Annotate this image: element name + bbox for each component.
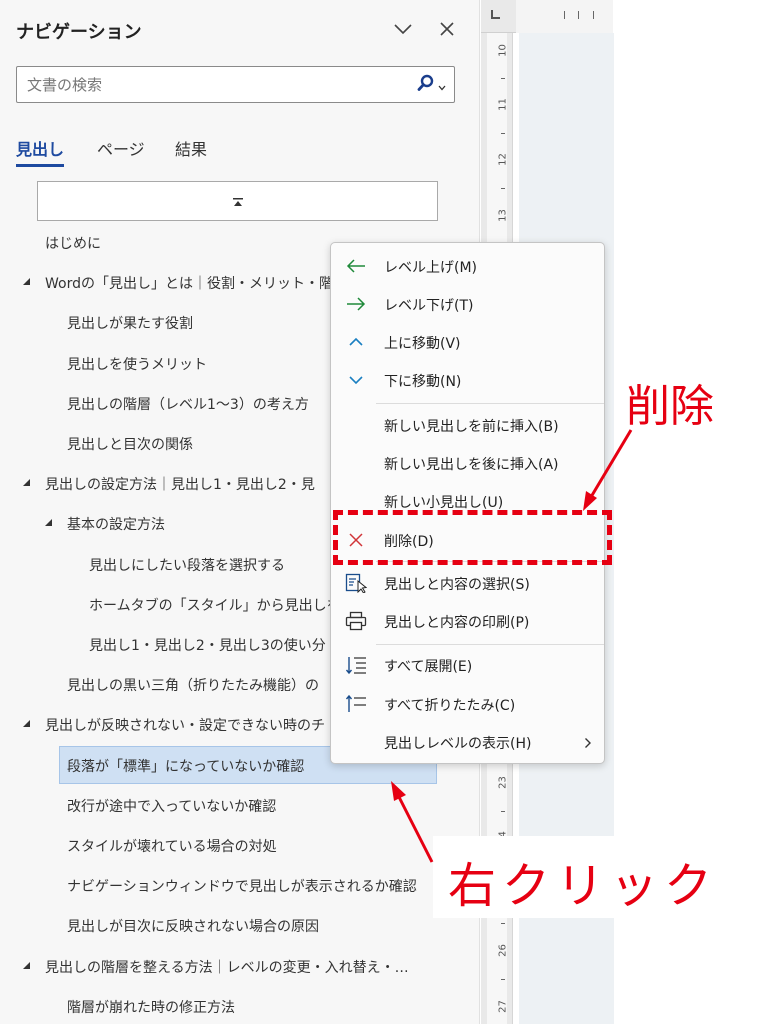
heading-label: 見出し1・見出し2・見出し3の使い分 [89, 638, 326, 654]
expand-triangle-icon[interactable] [23, 278, 30, 286]
menu-separator [376, 403, 604, 404]
heading-label: 段落が「標準」になっていないか確認 [67, 758, 305, 775]
menu-label: すべて展開(E) [384, 659, 473, 675]
select-content-icon [345, 572, 367, 594]
search-icon [417, 74, 435, 96]
heading-item[interactable]: 見出しが目次に反映されない場合の原因 [0, 906, 480, 944]
search-box [16, 66, 455, 103]
menu-label: 見出しレベルの表示(H) [384, 736, 532, 752]
heading-label: ホームタブの「スタイル」から見出しを適 [89, 597, 355, 614]
menu-separator [376, 644, 604, 645]
right-click-annotation-label: 右クリック [448, 858, 719, 914]
ruler-number: 13 [497, 209, 509, 222]
menu-label: 上に移動(V) [384, 336, 461, 352]
heading-label: ナビゲーションウィンドウで見出しが表示されるか確認 [67, 879, 417, 896]
delete-annotation-label: 削除 [626, 381, 714, 432]
menu-item-show-heading-levels[interactable]: 見出しレベルの表示(H) [331, 723, 604, 761]
search-button[interactable] [409, 71, 453, 99]
menu-label: すべて折りたたみ(C) [384, 698, 516, 714]
menu-item-insert-before[interactable]: 新しい見出しを前に挿入(B) [331, 406, 604, 444]
collapse-all-icon [345, 693, 367, 715]
nav-pane-title: ナビゲーション [16, 22, 142, 43]
menu-item-move-up[interactable]: 上に移動(V) [331, 323, 604, 361]
menu-label: 新しい小見出し(U) [384, 495, 504, 511]
heading-label: 階層が崩れた時の修正方法 [67, 999, 235, 1016]
heading-label: 基本の設定方法 [67, 517, 165, 534]
collapse-up-icon [232, 192, 244, 211]
ruler-number: 27 [497, 1000, 509, 1013]
heading-item[interactable]: ナビゲーションウィンドウで見出しが表示されるか確認 [0, 866, 480, 904]
heading-label: 見出しが反映されない・設定できない時のチ [45, 718, 325, 735]
heading-item[interactable]: 階層が崩れた時の修正方法 [0, 987, 480, 1024]
delete-highlight-box [333, 510, 612, 565]
menu-item-print-content[interactable]: 見出しと内容の印刷(P) [331, 602, 604, 640]
arrow-right-icon [345, 293, 367, 315]
tab-stop-selector-icon[interactable] [491, 10, 500, 19]
menu-label: 新しい見出しを後に挿入(A) [384, 457, 559, 473]
expand-triangle-icon[interactable] [45, 519, 52, 527]
chevron-down-icon [345, 369, 367, 391]
heading-item[interactable]: スタイルが壊れている場合の対処 [0, 826, 480, 864]
chevron-up-icon [345, 331, 367, 353]
tab-results[interactable]: 結果 [175, 136, 207, 160]
heading-label: 見出しの黒い三角（折りたたみ機能）の [67, 678, 319, 695]
heading-label: 見出しが果たす役割 [67, 316, 193, 333]
ruler-number: 12 [497, 153, 509, 166]
heading-label: 見出しにしたい段落を選択する [89, 557, 285, 574]
tab-headings[interactable]: 見出し [16, 136, 64, 160]
ruler-margin [516, 0, 613, 33]
menu-label: レベル下げ(T) [384, 298, 474, 314]
ruler-number: 10 [497, 44, 509, 57]
menu-label: 見出しと内容の選択(S) [384, 577, 530, 593]
menu-label: 下に移動(N) [384, 374, 462, 390]
arrow-left-icon [345, 255, 367, 277]
heading-label: 見出しと目次の関係 [67, 437, 193, 453]
menu-item-expand-all[interactable]: すべて展開(E) [331, 646, 604, 684]
menu-label: 新しい見出しを前に挿入(B) [384, 419, 559, 435]
chevron-down-icon[interactable] [389, 14, 417, 44]
expand-triangle-icon[interactable] [23, 720, 30, 728]
chevron-right-icon [584, 734, 592, 753]
expand-triangle-icon[interactable] [23, 961, 30, 969]
menu-item-insert-after[interactable]: 新しい見出しを後に挿入(A) [331, 444, 604, 482]
heading-context-menu: レベル上げ(M) レベル下げ(T) 上に移動(V) 下に移動(N) 新しい見出し… [330, 242, 605, 764]
heading-label: 見出しの階層を整える方法｜レベルの変更・入れ替え・… [45, 959, 409, 976]
heading-label: はじめに [45, 236, 101, 252]
horizontal-ruler[interactable] [481, 0, 613, 33]
heading-label: スタイルが壊れている場合の対処 [67, 839, 277, 855]
search-input[interactable] [17, 67, 397, 102]
heading-label: 見出しを使うメリット [67, 356, 207, 373]
menu-item-collapse-all[interactable]: すべて折りたたみ(C) [331, 685, 604, 723]
expand-all-icon [345, 654, 367, 676]
heading-label: 見出しが目次に反映されない場合の原因 [67, 919, 319, 936]
heading-item[interactable]: 見出しの階層を整える方法｜レベルの変更・入れ替え・… [0, 947, 480, 985]
menu-label: レベル上げ(M) [384, 260, 478, 276]
chevron-down-icon [438, 76, 446, 95]
printer-icon [345, 610, 367, 632]
heading-item[interactable]: 改行が途中で入っていないか確認 [0, 786, 480, 824]
tab-pages[interactable]: ページ [97, 136, 145, 160]
ruler-number: 23 [497, 776, 509, 789]
ruler-number: 26 [497, 944, 509, 957]
jump-to-top-button[interactable] [37, 181, 438, 221]
menu-item-move-down[interactable]: 下に移動(N) [331, 361, 604, 399]
menu-item-promote[interactable]: レベル上げ(M) [331, 247, 604, 285]
heading-label: Wordの「見出し」とは｜役割・メリット・階層 [45, 276, 347, 293]
heading-label: 見出しの階層（レベル1〜3）の考え方 [67, 396, 309, 413]
close-icon[interactable] [433, 14, 461, 44]
heading-label: 見出しの設定方法｜見出し1・見出し2・見 [45, 477, 315, 494]
menu-label: 見出しと内容の印刷(P) [384, 615, 530, 631]
expand-triangle-icon[interactable] [23, 479, 30, 487]
heading-label: 改行が途中で入っていないか確認 [67, 798, 277, 815]
menu-item-demote[interactable]: レベル下げ(T) [331, 285, 604, 323]
menu-item-select-content[interactable]: 見出しと内容の選択(S) [331, 564, 604, 602]
ruler-number: 11 [497, 98, 509, 111]
active-tab-indicator [16, 164, 64, 167]
